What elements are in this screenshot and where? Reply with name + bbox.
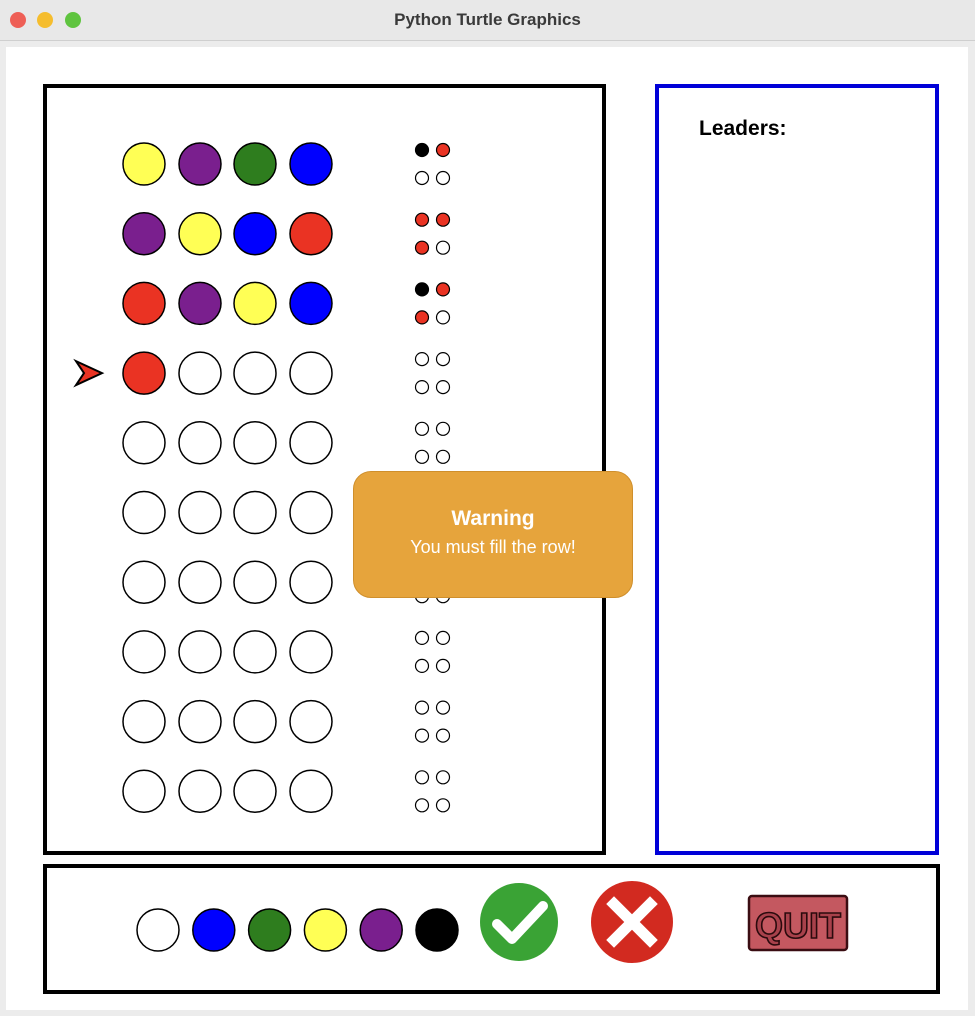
guess-peg-green[interactable] bbox=[233, 142, 277, 186]
guess-peg-empty[interactable] bbox=[289, 630, 333, 674]
palette-peg-purple[interactable] bbox=[359, 908, 403, 952]
clear-x-button[interactable] bbox=[591, 881, 673, 963]
quit-button[interactable]: QUIT bbox=[747, 894, 849, 952]
warning-title: Warning bbox=[451, 507, 535, 530]
guess-peg-empty[interactable] bbox=[289, 699, 333, 744]
feedback-peg-red bbox=[435, 282, 451, 297]
guess-peg-empty[interactable] bbox=[289, 351, 333, 395]
warning-toast: Warning You must fill the row! bbox=[353, 471, 633, 598]
guess-peg-purple[interactable] bbox=[122, 211, 166, 256]
feedback-peg-empty bbox=[435, 700, 451, 715]
leaders-label: Leaders: bbox=[699, 117, 787, 140]
feedback-peg-empty bbox=[414, 170, 430, 186]
board-row bbox=[122, 421, 451, 465]
board-row bbox=[122, 630, 451, 674]
guess-peg-blue[interactable] bbox=[289, 142, 333, 186]
guess-peg-empty[interactable] bbox=[122, 630, 166, 674]
feedback-peg-empty bbox=[435, 240, 451, 255]
feedback-peg-empty bbox=[435, 449, 451, 464]
guess-peg-empty[interactable] bbox=[233, 699, 277, 744]
guess-peg-empty[interactable] bbox=[178, 560, 222, 604]
feedback-peg-empty bbox=[435, 728, 451, 743]
guess-peg-empty[interactable] bbox=[289, 421, 333, 465]
feedback-peg-empty bbox=[435, 170, 451, 186]
feedback-peg-empty bbox=[435, 630, 451, 646]
feedback-peg-empty bbox=[414, 770, 430, 785]
guess-peg-empty[interactable] bbox=[178, 699, 222, 744]
feedback-peg-empty bbox=[414, 700, 430, 715]
feedback-peg-empty bbox=[435, 352, 451, 367]
feedback-peg-empty bbox=[414, 728, 430, 743]
guess-peg-empty[interactable] bbox=[122, 421, 166, 465]
feedback-peg-black bbox=[414, 282, 430, 297]
palette-peg-green[interactable] bbox=[247, 908, 292, 952]
guess-peg-yellow[interactable] bbox=[178, 211, 222, 256]
feedback-peg-empty bbox=[435, 310, 451, 325]
guess-peg-empty[interactable] bbox=[289, 560, 333, 604]
palette-peg-white[interactable] bbox=[136, 908, 180, 952]
guess-peg-red[interactable] bbox=[122, 351, 166, 395]
feedback-peg-empty bbox=[414, 352, 430, 367]
guess-peg-red[interactable] bbox=[289, 211, 333, 256]
quit-label: QUIT bbox=[755, 905, 841, 946]
palette-peg-blue[interactable] bbox=[192, 908, 236, 952]
feedback-peg-empty bbox=[414, 630, 430, 646]
guess-peg-yellow[interactable] bbox=[233, 281, 277, 326]
guess-peg-empty[interactable] bbox=[122, 560, 166, 604]
guess-peg-empty[interactable] bbox=[233, 351, 277, 395]
guess-peg-purple[interactable] bbox=[178, 142, 222, 186]
board-row bbox=[122, 699, 451, 744]
feedback-peg-empty bbox=[414, 658, 430, 674]
guess-peg-blue[interactable] bbox=[289, 281, 333, 326]
feedback-peg-black bbox=[414, 142, 430, 158]
feedback-peg-red bbox=[414, 240, 430, 255]
feedback-peg-empty bbox=[414, 380, 430, 395]
check-button-disc bbox=[480, 883, 558, 961]
feedback-peg-empty bbox=[435, 770, 451, 785]
guess-peg-empty[interactable] bbox=[233, 421, 277, 465]
guess-peg-empty[interactable] bbox=[233, 560, 277, 604]
board-row bbox=[122, 142, 451, 186]
guess-peg-empty[interactable] bbox=[122, 699, 166, 744]
guess-peg-empty[interactable] bbox=[178, 490, 222, 535]
guess-peg-empty[interactable] bbox=[233, 490, 277, 535]
guess-peg-purple[interactable] bbox=[178, 281, 222, 326]
guess-peg-red[interactable] bbox=[122, 281, 166, 326]
guess-peg-empty[interactable] bbox=[289, 769, 333, 814]
board-row bbox=[122, 281, 451, 326]
guess-peg-empty[interactable] bbox=[122, 490, 166, 535]
guess-peg-blue[interactable] bbox=[233, 211, 277, 256]
guess-peg-empty[interactable] bbox=[178, 421, 222, 465]
submit-check-button[interactable] bbox=[480, 883, 558, 961]
feedback-peg-empty bbox=[414, 449, 430, 464]
feedback-peg-empty bbox=[435, 658, 451, 674]
arrow-pointer-icon bbox=[73, 358, 105, 388]
guess-peg-empty[interactable] bbox=[233, 769, 277, 814]
board-row bbox=[122, 769, 451, 814]
guess-peg-empty[interactable] bbox=[233, 630, 277, 674]
feedback-peg-red bbox=[414, 310, 430, 325]
palette-peg-yellow[interactable] bbox=[303, 908, 348, 952]
guess-peg-yellow[interactable] bbox=[122, 142, 166, 186]
warning-message: You must fill the row! bbox=[410, 537, 576, 557]
feedback-peg-empty bbox=[435, 421, 451, 436]
board-row bbox=[122, 351, 451, 395]
feedback-peg-empty bbox=[414, 421, 430, 436]
guess-peg-empty[interactable] bbox=[289, 490, 333, 535]
guess-peg-empty[interactable] bbox=[178, 351, 222, 395]
feedback-peg-red bbox=[435, 142, 451, 158]
feedback-peg-red bbox=[414, 212, 430, 227]
feedback-peg-empty bbox=[435, 380, 451, 395]
leaderboard-frame bbox=[655, 84, 939, 855]
feedback-peg-red bbox=[435, 212, 451, 227]
feedback-peg-empty bbox=[435, 798, 451, 813]
guess-peg-empty[interactable] bbox=[178, 630, 222, 674]
feedback-peg-empty bbox=[414, 798, 430, 813]
guess-peg-empty[interactable] bbox=[178, 769, 222, 814]
guess-peg-empty[interactable] bbox=[122, 769, 166, 814]
board-row bbox=[122, 211, 451, 256]
palette-peg-black[interactable] bbox=[415, 908, 459, 952]
